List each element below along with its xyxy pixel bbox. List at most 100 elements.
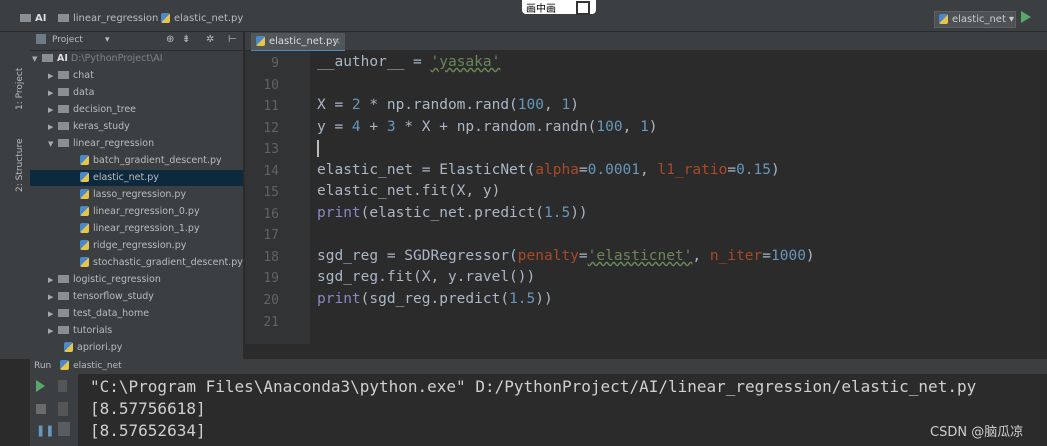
close-icon[interactable]: ×: [333, 33, 341, 50]
code-line: X = 2 * np.random.rand(100, 1): [317, 97, 579, 113]
folder-icon: [58, 275, 69, 283]
code-line: print(elastic_net.predict(1.5)): [317, 205, 588, 221]
tree-file[interactable]: linear_regression_1.py: [30, 221, 243, 237]
editor-tab-bar: [245, 32, 1047, 51]
scroll-down-icon[interactable]: [58, 402, 68, 416]
folder-icon: [20, 14, 31, 22]
collapse-arrow-icon[interactable]: ▶: [48, 272, 58, 288]
breadcrumb-folder[interactable]: linear_regression: [58, 13, 158, 24]
pause-icon[interactable]: ❚❚: [36, 424, 54, 437]
left-tool-strip: 1: Project 2: Structure: [0, 32, 31, 359]
watermark: CSDN @脑瓜凉: [930, 425, 1024, 440]
text-caret: [317, 140, 319, 157]
tab-elastic-net[interactable]: elastic_net.py ×: [251, 33, 345, 52]
project-tree[interactable]: ▼ AI D:\PythonProject\AI ▶ chat ▶ data ▶ dec…: [30, 51, 243, 359]
tree-item[interactable]: ▶ decision_tree: [30, 102, 243, 118]
hide-panel-icon[interactable]: ⊢: [228, 34, 237, 45]
tree-file-selected[interactable]: elastic_net.py: [30, 170, 243, 186]
console-line: [8.57652634]: [90, 421, 206, 440]
line-number: 9: [271, 56, 279, 71]
collapse-all-icon[interactable]: ⇟: [182, 34, 190, 45]
restore-icon[interactable]: [576, 1, 590, 15]
tree-file[interactable]: linear_regression_0.py: [30, 204, 243, 220]
python-file-icon: [80, 223, 89, 233]
python-file-icon: [80, 172, 89, 182]
collapse-arrow-icon[interactable]: ▶: [48, 85, 58, 101]
run-button[interactable]: [1021, 11, 1031, 23]
tree-item[interactable]: ▶ tensorflow_study: [30, 289, 243, 305]
expand-arrow-icon[interactable]: ▼: [32, 51, 42, 67]
python-file-icon: [64, 342, 73, 352]
tree-file[interactable]: apriori.py: [30, 340, 243, 356]
python-file-icon: [80, 257, 89, 267]
line-number: 15: [263, 185, 279, 200]
code-line: __author__ = 'yasaka': [317, 54, 501, 70]
rerun-icon[interactable]: [36, 380, 45, 392]
code-line: elastic_net.fit(X, y): [317, 183, 501, 199]
project-panel-header: Project ▾ ⊕ ⇟ ✲ ⊢: [30, 32, 243, 51]
line-number: 11: [263, 99, 279, 114]
folder-icon: [58, 71, 69, 79]
picture-in-picture-overlay[interactable]: 画中画: [522, 0, 596, 15]
breadcrumb-file[interactable]: elastic_net.py: [161, 13, 243, 24]
scroll-from-source-icon[interactable]: ⊕: [166, 34, 174, 45]
expand-arrow-icon[interactable]: ▼: [48, 136, 58, 152]
tree-file[interactable]: ridge_regression.py: [30, 238, 243, 254]
console-line: [8.57756618]: [90, 399, 206, 418]
collapse-arrow-icon[interactable]: ▶: [48, 306, 58, 322]
run-panel-header: Run elastic_net: [30, 359, 1047, 374]
collapse-arrow-icon[interactable]: ▶: [48, 102, 58, 118]
code-line: print(sgd_reg.predict(1.5)): [317, 291, 553, 307]
structure-tool-tab[interactable]: 2: Structure: [15, 139, 25, 193]
line-number: 14: [263, 164, 279, 179]
collapse-arrow-icon[interactable]: ▶: [48, 68, 58, 84]
line-number: 17: [263, 228, 279, 243]
tree-item[interactable]: ▶ tutorials: [30, 323, 243, 339]
code-line: sgd_reg.fit(X, y.ravel()): [317, 269, 536, 285]
python-file-icon: [256, 36, 265, 46]
collapse-arrow-icon[interactable]: ▶: [48, 119, 58, 135]
project-panel-title[interactable]: Project: [52, 35, 83, 45]
scroll-up-icon[interactable]: [58, 380, 67, 392]
line-number: 18: [263, 250, 279, 265]
code-line: elastic_net = ElasticNet(alpha=0.0001, l…: [317, 162, 780, 178]
python-file-icon: [80, 206, 89, 216]
tree-item[interactable]: ▼ linear_regression: [30, 136, 243, 152]
folder-icon: [42, 54, 53, 62]
python-file-icon: [161, 13, 170, 23]
folder-icon: [58, 139, 69, 147]
line-number: 20: [263, 293, 279, 308]
collapse-arrow-icon[interactable]: ▶: [48, 323, 58, 339]
gear-icon[interactable]: ✲: [206, 34, 214, 45]
tree-file[interactable]: stochastic_gradient_descent.py: [30, 255, 243, 271]
tree-item[interactable]: ▶ data: [30, 85, 243, 101]
tree-item[interactable]: ▶ chat: [30, 68, 243, 84]
python-file-icon: [939, 14, 948, 24]
folder-icon: [58, 88, 69, 96]
breadcrumb-root[interactable]: AI: [20, 13, 46, 24]
tree-file[interactable]: batch_gradient_descent.py: [30, 153, 243, 169]
soft-wrap-icon[interactable]: [58, 422, 70, 436]
chevron-down-icon[interactable]: ▾: [105, 35, 110, 45]
run-configuration-select[interactable]: elastic_net ▾: [934, 11, 1016, 28]
line-number: 13: [263, 142, 279, 157]
run-toolbar: ❚❚: [30, 374, 78, 446]
tree-item[interactable]: ▶ test_data_home: [30, 306, 243, 322]
folder-icon: [58, 326, 69, 334]
collapse-arrow-icon[interactable]: ▶: [48, 289, 58, 305]
line-number: 12: [263, 121, 279, 136]
line-number: 21: [263, 315, 279, 330]
stop-icon[interactable]: [36, 404, 46, 414]
run-panel-label[interactable]: Run: [34, 361, 51, 371]
overlay-label: 画中画: [526, 4, 556, 15]
tree-item[interactable]: ▶ logistic_regression: [30, 272, 243, 288]
tree-file[interactable]: lasso_regression.py: [30, 187, 243, 203]
line-number: 10: [263, 78, 279, 93]
project-tool-tab[interactable]: 1: Project: [15, 68, 25, 110]
python-file-icon: [80, 240, 89, 250]
code-line: y = 4 + 3 * X + np.random.randn(100, 1): [317, 119, 658, 135]
code-line: sgd_reg = SGDRegressor(penalty='elasticn…: [317, 248, 815, 264]
run-config-tab[interactable]: elastic_net: [73, 361, 122, 371]
tree-root[interactable]: ▼ AI D:\PythonProject\AI: [30, 51, 243, 67]
tree-item[interactable]: ▶ keras_study: [30, 119, 243, 135]
